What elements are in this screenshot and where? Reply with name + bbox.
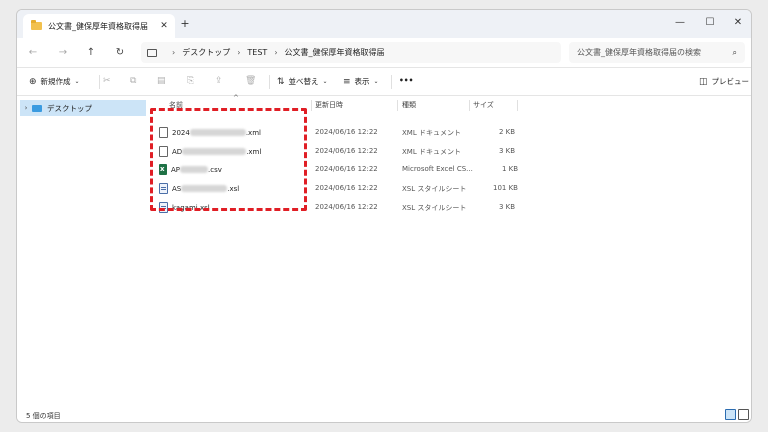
plus-circle-icon: ⊕ [29, 76, 37, 87]
column-header-modified[interactable]: 更新日時 [315, 97, 343, 113]
desktop-icon [32, 104, 42, 112]
close-button[interactable]: ✕ [723, 14, 751, 32]
tab-title: 公文書_健保厚年資格取得届 [48, 21, 148, 31]
navigation-bar: ← → ↑ ↻ › デスクトップ › TEST › 公文書_健保厚年資格取得届 … [17, 38, 751, 68]
item-count: 5 個の項目 [26, 412, 61, 420]
sort-button-label: 並べ替え [288, 77, 319, 86]
rename-button[interactable]: ⎘ [187, 76, 198, 86]
minimize-button[interactable]: — [665, 14, 695, 32]
file-modified: 2024/06/16 12:22 [315, 165, 378, 173]
highlight-annotation [150, 108, 307, 211]
file-modified: 2024/06/16 12:22 [315, 203, 378, 211]
share-button[interactable]: ⇪ [215, 76, 227, 86]
new-button-label: 新規作成 [40, 77, 71, 86]
sort-button[interactable]: ⇅ 並べ替え ⌄ [277, 76, 332, 87]
file-size: 3 KB [499, 147, 516, 155]
file-type: XSL スタイルシート [402, 185, 467, 193]
sidebar-item-desktop[interactable]: › デスクトップ [20, 100, 146, 116]
status-bar: 5 個の項目 [17, 407, 751, 422]
file-type: XSL スタイルシート [402, 204, 467, 212]
rename-icon: ⎘ [187, 76, 195, 86]
folder-icon [31, 20, 42, 30]
file-size: 3 KB [499, 203, 516, 211]
details-view-button[interactable] [725, 409, 736, 420]
refresh-button[interactable]: ↻ [112, 45, 128, 61]
up-button[interactable]: ↑ [83, 45, 99, 61]
column-header-size[interactable]: サイズ [473, 97, 494, 113]
file-type: Microsoft Excel CS... [402, 165, 473, 173]
column-divider[interactable] [517, 100, 518, 111]
sort-icon: ⇅ [277, 76, 285, 87]
preview-pane-icon: ◫ [699, 76, 708, 87]
trash-icon: 🗑 [245, 76, 257, 86]
tab-current-folder[interactable]: 公文書_健保厚年資格取得届 ✕ [23, 14, 175, 38]
view-icon: ≡ [343, 76, 351, 87]
search-placeholder: 公文書_健保厚年資格取得届の検索 [577, 48, 701, 57]
forward-button[interactable]: → [55, 45, 71, 61]
paste-button[interactable]: ▤ [157, 76, 170, 86]
chevron-right-icon[interactable]: › [20, 104, 32, 112]
breadcrumb-desktop[interactable]: デスクトップ [182, 47, 230, 58]
column-divider[interactable] [397, 100, 398, 111]
explorer-window: 公文書_健保厚年資格取得届 ✕ + — ☐ ✕ ← → ↑ ↻ › デスクトップ… [16, 9, 752, 423]
file-modified: 2024/06/16 12:22 [315, 128, 378, 136]
this-pc-icon [147, 48, 157, 57]
sort-ascending-icon: ^ [233, 94, 239, 102]
copy-icon: ⧉ [130, 76, 137, 86]
scissors-icon: ✂ [103, 76, 111, 86]
divider [99, 75, 100, 89]
divider [269, 75, 270, 89]
column-header-type[interactable]: 種類 [402, 97, 416, 113]
file-type: XML ドキュメント [402, 148, 461, 156]
chevron-down-icon: ⌄ [373, 78, 379, 85]
file-modified: 2024/06/16 12:22 [315, 147, 378, 155]
chevron-down-icon: ⌄ [74, 78, 80, 85]
divider [391, 75, 392, 89]
file-size: 1 KB [502, 165, 519, 173]
back-button[interactable]: ← [25, 45, 41, 61]
column-divider[interactable] [311, 100, 312, 111]
search-icon: ⌕ [732, 47, 737, 57]
preview-button[interactable]: ◫ プレビュー [699, 76, 749, 87]
view-button[interactable]: ≡ 表示 ⌄ [343, 76, 383, 87]
share-icon: ⇪ [215, 76, 223, 86]
file-size: 2 KB [499, 128, 516, 136]
chevron-right-icon: › [237, 48, 241, 57]
chevron-down-icon: ⌄ [322, 78, 328, 85]
breadcrumb-current[interactable]: 公文書_健保厚年資格取得届 [285, 47, 385, 58]
address-bar[interactable]: › デスクトップ › TEST › 公文書_健保厚年資格取得届 [141, 42, 561, 63]
maximize-button[interactable]: ☐ [695, 14, 725, 32]
file-type: XML ドキュメント [402, 129, 461, 137]
paste-icon: ▤ [157, 76, 166, 86]
chevron-right-icon: › [274, 48, 278, 57]
copy-button[interactable]: ⧉ [130, 76, 140, 86]
column-divider[interactable] [469, 100, 470, 111]
navigation-pane: › デスクトップ [17, 97, 147, 407]
tiles-view-button[interactable] [738, 409, 749, 420]
cut-button[interactable]: ✂ [103, 76, 115, 86]
new-tab-button[interactable]: + [177, 16, 193, 32]
tab-close-icon[interactable]: ✕ [157, 21, 171, 31]
view-button-label: 表示 [354, 77, 370, 86]
file-modified: 2024/06/16 12:22 [315, 184, 378, 192]
more-options-button[interactable]: ••• [399, 76, 413, 85]
title-bar: 公文書_健保厚年資格取得届 ✕ + — ☐ ✕ [17, 10, 751, 38]
preview-button-label: プレビュー [711, 77, 750, 86]
new-button[interactable]: ⊕ 新規作成 ⌄ [29, 76, 84, 87]
chevron-right-icon: › [172, 48, 176, 57]
file-size: 101 KB [493, 184, 518, 192]
delete-button[interactable]: 🗑 [245, 76, 260, 86]
breadcrumb-test[interactable]: TEST [247, 48, 267, 57]
sidebar-item-label: デスクトップ [47, 103, 92, 113]
search-input[interactable]: 公文書_健保厚年資格取得届の検索 ⌕ [569, 42, 745, 63]
command-bar: ⊕ 新規作成 ⌄ ✂ ⧉ ▤ ⎘ ⇪ 🗑 ⇅ 並べ替え ⌄ ≡ 表示 ⌄ •••… [17, 68, 751, 96]
